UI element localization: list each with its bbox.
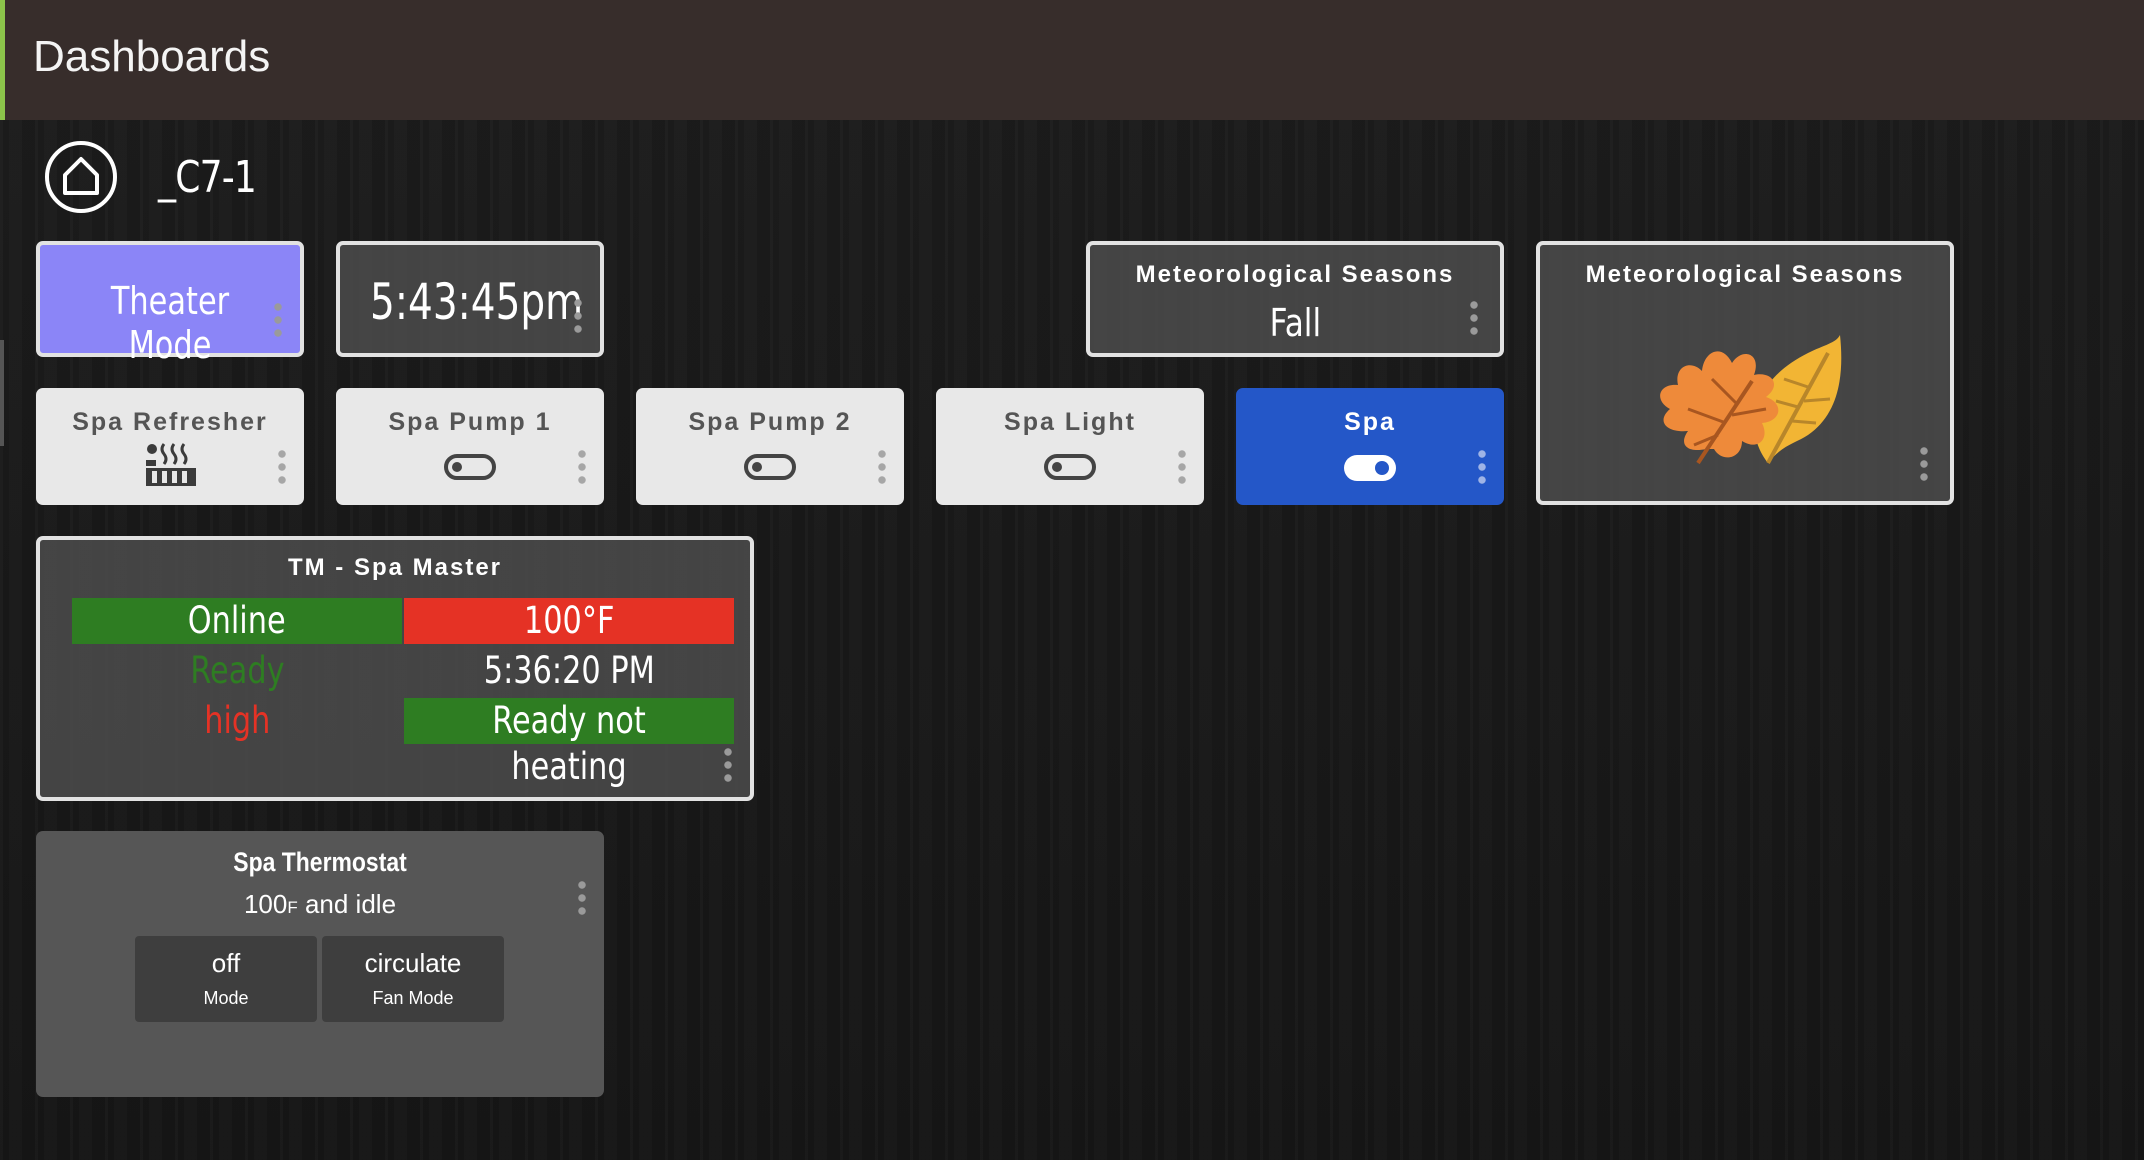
temperature-value: 100°F	[404, 598, 734, 644]
toggle-on-icon[interactable]	[1344, 455, 1396, 481]
tile-menu-icon[interactable]	[1470, 301, 1478, 335]
season-image-tile[interactable]: Meteorological Seasons	[1536, 241, 1954, 505]
spa-tile[interactable]: Spa	[1236, 388, 1504, 505]
spa-pump-1-title: Spa Pump 1	[388, 408, 552, 436]
thermostat-unit: F	[287, 898, 298, 917]
spa-time: 5:36:20 PM	[483, 649, 655, 692]
thermostat-state: and idle	[297, 889, 397, 919]
tile-menu-icon[interactable]	[278, 450, 286, 484]
spa-pump-2-title: Spa Pump 2	[688, 408, 852, 436]
side-scroll-marker[interactable]	[0, 340, 4, 446]
season-text-title: Meteorological Seasons	[1135, 261, 1455, 288]
tile-menu-icon[interactable]	[724, 748, 732, 782]
hub-name: _C7-1	[158, 152, 257, 203]
toggle-off-icon[interactable]	[444, 454, 496, 480]
theater-mode-label: Theater Mode	[110, 279, 230, 367]
spa-light-title: Spa Light	[1004, 408, 1136, 436]
tile-menu-icon[interactable]	[1920, 447, 1928, 481]
tile-menu-icon[interactable]	[1178, 450, 1186, 484]
thermostat-summary: 100F and idle	[36, 889, 604, 920]
fan-mode-selector[interactable]: circulate Fan Mode	[322, 936, 504, 1022]
thermostat-temp: 100	[243, 889, 288, 919]
theater-mode-tile[interactable]: Theater Mode	[36, 241, 304, 367]
tile-menu-icon[interactable]	[1478, 450, 1486, 484]
spa-light-tile[interactable]: Spa Light	[936, 388, 1204, 505]
spa-refresher-title: Spa Refresher	[72, 408, 268, 436]
top-bar: Dashboards	[0, 0, 2144, 120]
spa-master-tile[interactable]: TM - Spa Master Online 100°F Ready 5:36:…	[36, 536, 754, 801]
clock-time: 5:43:45pm	[370, 273, 584, 331]
fan-mode-label: Fan Mode	[372, 988, 454, 1008]
spa-refresher-tile[interactable]: Spa Refresher	[36, 388, 304, 505]
toggle-off-icon[interactable]	[1044, 454, 1096, 480]
tile-menu-icon[interactable]	[578, 450, 586, 484]
mode-selector[interactable]: off Mode	[135, 936, 317, 1022]
page-title: Dashboards	[33, 32, 271, 81]
spa-master-title: TM - Spa Master	[287, 554, 503, 581]
fan-mode-value: circulate	[364, 948, 462, 978]
tile-menu-icon[interactable]	[878, 450, 886, 484]
heating-status: Ready not heating	[404, 698, 734, 788]
tile-menu-icon[interactable]	[574, 299, 582, 333]
mode-value: off	[211, 948, 241, 978]
tile-menu-icon[interactable]	[578, 881, 586, 915]
home-icon[interactable]	[45, 141, 117, 213]
hot-tub-icon	[146, 443, 196, 486]
status-online: Online	[72, 598, 402, 644]
mode-label: Mode	[203, 988, 249, 1008]
spa-thermostat-tile[interactable]: Spa Thermostat 100F and idle	[36, 831, 604, 1097]
clock-tile[interactable]: 5:43:45pm	[336, 241, 604, 357]
tile-menu-icon[interactable]	[274, 303, 282, 337]
season-text-tile[interactable]: Meteorological Seasons Fall	[1086, 241, 1504, 357]
spa-pump-2-tile[interactable]: Spa Pump 2	[636, 388, 904, 505]
toggle-off-icon[interactable]	[744, 454, 796, 480]
ready-status: Ready	[189, 649, 285, 692]
spa-pump-1-tile[interactable]: Spa Pump 1	[336, 388, 604, 505]
autumn-leaves-icon	[1660, 335, 1842, 465]
spa-title: Spa	[1344, 408, 1396, 436]
thermostat-title: Spa Thermostat	[233, 847, 407, 877]
pump-speed: high	[203, 699, 271, 742]
season-image-title: Meteorological Seasons	[1585, 261, 1905, 288]
season-value: Fall	[1269, 301, 1321, 345]
